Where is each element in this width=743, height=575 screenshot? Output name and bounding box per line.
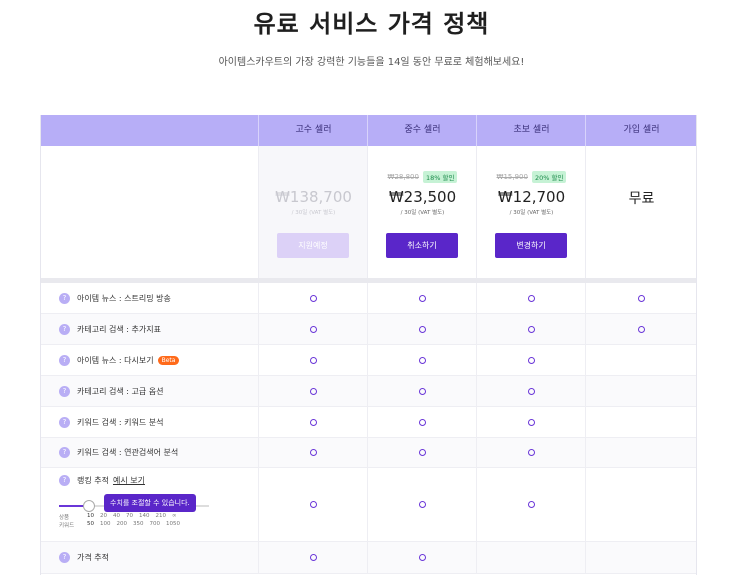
feature-label: 아이템 뉴스 : 스트리밍 방송 — [77, 293, 171, 303]
plan-price: ₩23,500 — [388, 188, 457, 206]
info-icon[interactable]: ? — [59, 354, 70, 366]
plan-period: / 30일 (VAT 별도) — [291, 210, 336, 216]
feature-label: 가격 추적 — [77, 553, 109, 562]
scale-row-label: 상품 — [59, 515, 70, 521]
page-title: 유료 서비스 가격 정책 — [253, 10, 490, 38]
check-circle-icon — [528, 387, 535, 395]
feature-label: 키워드 검색 : 키워드 분석 — [77, 417, 164, 427]
check-circle-icon — [528, 356, 535, 364]
original-price: ₩28,800 — [387, 173, 419, 181]
scale-value: 140 — [139, 513, 150, 519]
check-circle-icon — [528, 294, 535, 302]
change-plan-button[interactable]: 변경하기 — [495, 233, 567, 258]
check-circle-icon — [528, 449, 535, 456]
table-row: ? 키워드 검색 : 키워드 분석 — [41, 407, 696, 438]
scale-value: 70 — [126, 513, 133, 519]
header-plan-basic: 초보 셀러 — [476, 115, 586, 146]
check-circle-icon — [419, 501, 426, 508]
scale-value: 700 — [149, 521, 161, 527]
table-row: ? 카테고리 검색 : 고급 옵션 — [41, 376, 696, 407]
info-icon[interactable]: ? — [59, 552, 70, 563]
info-icon[interactable]: ? — [59, 474, 70, 486]
check-circle-icon — [419, 387, 426, 395]
check-circle-icon — [419, 325, 426, 333]
check-circle-icon — [310, 554, 317, 561]
discount-badge: 18% 할인 — [422, 171, 458, 183]
info-icon[interactable]: ? — [59, 416, 70, 428]
example-link[interactable]: 예시 보기 — [113, 475, 145, 486]
scale-value: 200 — [116, 521, 128, 527]
check-circle-icon — [419, 294, 426, 302]
scale-value: 350 — [133, 521, 144, 527]
pricing-table: 고수 셀러 중수 셀러 초보 셀러 가입 셀러 ₩138,700 / 30일 (… — [40, 115, 697, 575]
plan-period: / 30일 (VAT 별도) — [400, 210, 445, 216]
info-icon[interactable]: ? — [59, 385, 70, 397]
slider-scale: 상품 10 20 40 70 140 210 ∞ 키워드 50 100 200 … — [59, 513, 180, 529]
plan-card-mid: ₩28,800 18% 할인 ₩23,500 / 30일 (VAT 별도) 취소… — [367, 146, 477, 278]
header-empty-cell — [41, 115, 258, 146]
table-row: ? 카테고리 검색 : 추가지표 — [41, 314, 696, 345]
plan-price: 무료 — [628, 191, 655, 207]
plan-price: ₩12,700 — [497, 188, 566, 206]
plan-card-free: 무료 — [585, 146, 697, 278]
check-circle-icon — [310, 356, 317, 364]
plan-pricing-row: ₩138,700 / 30일 (VAT 별도) 지원예정 ₩28,800 18%… — [41, 146, 696, 278]
plan-period: / 30일 (VAT 별도) — [509, 210, 554, 216]
feature-label: 카테고리 검색 : 고급 옵션 — [77, 386, 164, 396]
scale-value: 10 — [87, 513, 94, 519]
feature-label: 랭킹 추적 — [77, 475, 109, 485]
ranking-slider[interactable]: 수치를 조절할 수 있습니다. 상품 10 20 40 70 140 210 ∞… — [59, 494, 259, 536]
check-circle-icon — [419, 418, 426, 426]
table-header: 고수 셀러 중수 셀러 초보 셀러 가입 셀러 — [41, 115, 696, 146]
check-circle-icon — [528, 501, 535, 508]
check-circle-icon — [528, 325, 535, 333]
scale-value: ∞ — [172, 513, 177, 519]
slider-tooltip: 수치를 조절할 수 있습니다. — [104, 494, 196, 512]
scale-value: 40 — [113, 513, 120, 519]
table-row: ? 아이템 뉴스 : 스트리밍 방송 — [41, 283, 696, 314]
info-icon[interactable]: ? — [59, 292, 70, 304]
header-plan-free: 가입 셀러 — [585, 115, 697, 146]
scale-value: 50 — [87, 521, 94, 527]
feature-label: 아이템 뉴스 : 다시보기 — [77, 355, 154, 365]
table-row: ? 랭킹 추적 예시 보기 수치를 조절할 수 있습니다. 상품 10 20 4… — [41, 468, 696, 542]
check-circle-icon — [310, 418, 317, 426]
header-plan-mid: 중수 셀러 — [367, 115, 477, 146]
table-row: ? 가격 추적 — [41, 542, 696, 574]
coming-soon-button[interactable]: 지원예정 — [277, 233, 349, 258]
check-circle-icon — [419, 356, 426, 364]
check-circle-icon — [310, 387, 317, 395]
scale-value: 20 — [100, 513, 107, 519]
check-circle-icon — [310, 449, 317, 456]
check-circle-icon — [419, 554, 426, 561]
scale-row-label: 키워드 — [59, 523, 75, 529]
check-circle-icon — [310, 325, 317, 333]
check-circle-icon — [419, 449, 426, 456]
slider-handle[interactable] — [82, 500, 95, 512]
beta-badge: Beta — [157, 355, 180, 365]
page-subtitle: 아이템스카우트의 가장 강력한 기능들을 14일 동안 무료로 체험해보세요! — [218, 57, 525, 68]
check-circle-icon — [310, 501, 317, 508]
scale-value: 100 — [100, 521, 111, 527]
check-circle-icon — [638, 294, 645, 302]
table-row: ? 키워드 검색 : 연관검색어 분석 — [41, 438, 696, 468]
plan-card-basic: ₩15,900 20% 할인 ₩12,700 / 30일 (VAT 별도) 변경… — [476, 146, 586, 278]
feature-label: 키워드 검색 : 연관검색어 분석 — [77, 448, 179, 457]
original-price: ₩15,900 — [496, 173, 528, 181]
plan-card-pro: ₩138,700 / 30일 (VAT 별도) 지원예정 — [258, 146, 368, 278]
feature-label: 카테고리 검색 : 추가지표 — [77, 324, 161, 334]
discount-badge: 20% 할인 — [531, 171, 567, 183]
check-circle-icon — [638, 325, 645, 333]
scale-value: 210 — [155, 513, 167, 519]
check-circle-icon — [310, 294, 317, 302]
info-icon[interactable]: ? — [59, 323, 70, 335]
info-icon[interactable]: ? — [59, 447, 70, 458]
header-plan-pro: 고수 셀러 — [258, 115, 368, 146]
table-row: ? 아이템 뉴스 : 다시보기 Beta — [41, 345, 696, 376]
check-circle-icon — [528, 418, 535, 426]
cancel-button[interactable]: 취소하기 — [386, 233, 458, 258]
plan-price: ₩138,700 — [275, 188, 352, 206]
scale-value: 1050 — [166, 521, 180, 527]
